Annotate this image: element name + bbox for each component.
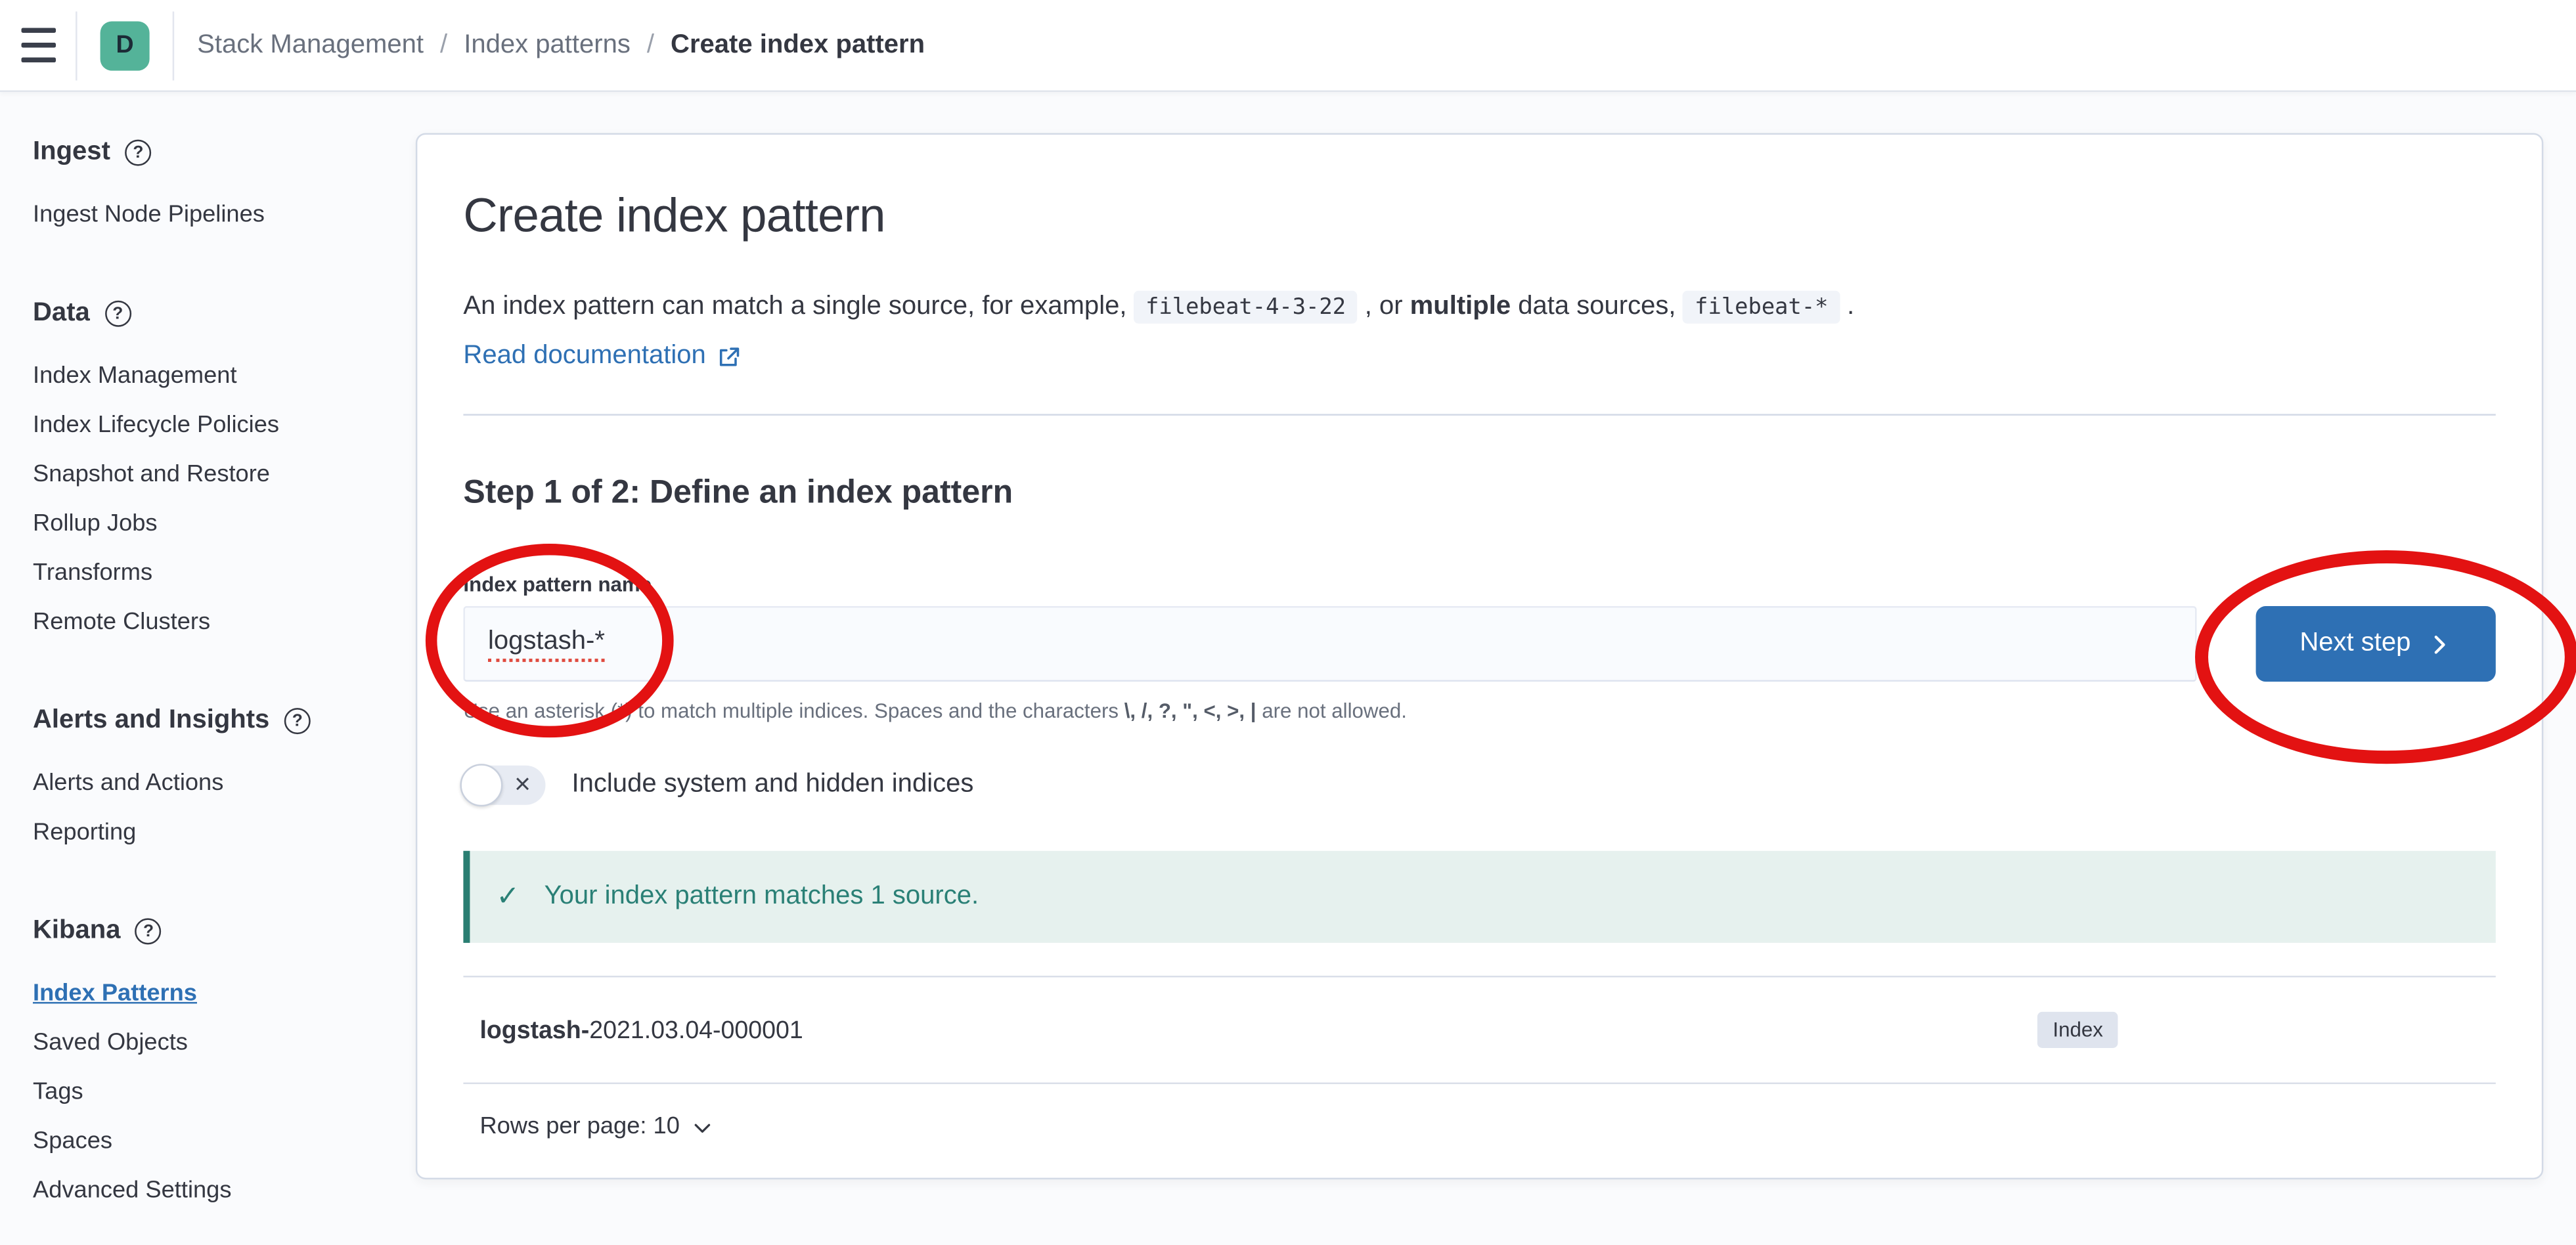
sidebar-item-alerts-and-actions[interactable]: Alerts and Actions xyxy=(33,769,399,798)
top-header: D Stack Management / Index patterns / Cr… xyxy=(0,0,2576,92)
sidebar-section-alerts-and-insights: Alerts and Insights ? Alerts and Actions… xyxy=(33,707,399,848)
chevron-right-icon xyxy=(2427,632,2452,657)
read-documentation-link[interactable]: Read documentation xyxy=(463,341,740,371)
breadcrumb-separator: / xyxy=(647,30,654,60)
index-type-badge: Index xyxy=(2038,1012,2118,1048)
external-link-icon xyxy=(716,344,741,369)
page-title: Create index pattern xyxy=(463,187,2495,246)
success-callout-message: Your index pattern matches 1 source. xyxy=(544,882,979,911)
management-sidebar: Ingest ? Ingest Node Pipelines Data ? In… xyxy=(0,92,416,1245)
divider xyxy=(463,414,2495,416)
success-callout: ✓ Your index pattern matches 1 source. xyxy=(463,851,2495,943)
step-heading: Step 1 of 2: Define an index pattern xyxy=(463,471,2495,514)
sidebar-item-snapshot-and-restore[interactable]: Snapshot and Restore xyxy=(33,460,399,489)
sidebar-item-index-lifecycle-policies[interactable]: Index Lifecycle Policies xyxy=(33,410,399,440)
page-description: An index pattern can match a single sour… xyxy=(463,286,2495,328)
sidebar-item-spaces[interactable]: Spaces xyxy=(33,1127,399,1156)
sidebar-section-kibana: Kibana ? Index Patterns Saved Objects Ta… xyxy=(33,917,399,1206)
sidebar-section-title: Kibana xyxy=(33,917,120,946)
sidebar-item-reporting[interactable]: Reporting xyxy=(33,818,399,848)
include-hidden-indices-row: × Include system and hidden indices xyxy=(463,766,2495,805)
help-icon[interactable]: ? xyxy=(104,301,131,327)
help-icon[interactable]: ? xyxy=(125,140,151,166)
sidebar-item-advanced-settings[interactable]: Advanced Settings xyxy=(33,1176,399,1206)
sidebar-item-tags[interactable]: Tags xyxy=(33,1078,399,1107)
code-example-wildcard: filebeat-* xyxy=(1683,291,1840,324)
matching-sources-table: logstash- 2021.03.04-000001 Index xyxy=(463,976,2495,1084)
chevron-down-icon xyxy=(691,1116,713,1138)
index-pattern-helper-text: Use an asterisk (*) to match multiple in… xyxy=(463,698,2495,726)
breadcrumb-current-page: Create index pattern xyxy=(671,30,925,60)
sidebar-section-title: Ingest xyxy=(33,138,110,167)
close-icon: × xyxy=(514,770,531,798)
sidebar-item-index-management[interactable]: Index Management xyxy=(33,361,399,391)
sidebar-section-ingest: Ingest ? Ingest Node Pipelines xyxy=(33,138,399,230)
sidebar-section-title: Data xyxy=(33,299,90,328)
index-pattern-name-label: Index pattern name xyxy=(463,573,2495,596)
index-pattern-form-row: logstash-* Next step xyxy=(463,606,2495,682)
index-name-match: logstash- xyxy=(479,1016,589,1044)
sidebar-item-transforms[interactable]: Transforms xyxy=(33,559,399,588)
index-pattern-input[interactable]: logstash-* xyxy=(463,606,2196,682)
help-icon[interactable]: ? xyxy=(284,708,311,734)
breadcrumb: Stack Management / Index patterns / Crea… xyxy=(197,30,925,60)
check-icon: ✓ xyxy=(496,881,520,913)
index-pattern-input-value: logstash-* xyxy=(488,626,605,661)
sidebar-item-saved-objects[interactable]: Saved Objects xyxy=(33,1028,399,1058)
breadcrumb-index-patterns[interactable]: Index patterns xyxy=(464,30,631,60)
kibana-app: D Stack Management / Index patterns / Cr… xyxy=(0,0,2576,1245)
sidebar-item-index-patterns[interactable]: Index Patterns xyxy=(33,979,399,1009)
help-icon[interactable]: ? xyxy=(135,918,162,944)
breadcrumb-separator: / xyxy=(440,30,447,60)
rows-per-page-dropdown[interactable]: Rows per page: 10 xyxy=(479,1114,713,1140)
menu-icon[interactable] xyxy=(0,0,76,91)
code-example-single: filebeat-4-3-22 xyxy=(1134,291,1358,324)
next-step-button[interactable]: Next step xyxy=(2256,606,2496,682)
create-index-pattern-panel: Create index pattern An index pattern ca… xyxy=(416,133,2543,1179)
sidebar-item-ingest-node-pipelines[interactable]: Ingest Node Pipelines xyxy=(33,200,399,230)
index-name-rest: 2021.03.04-000001 xyxy=(589,1016,803,1044)
sidebar-section-title: Alerts and Insights xyxy=(33,707,269,736)
include-hidden-indices-toggle[interactable]: × xyxy=(463,766,545,805)
table-row: logstash- 2021.03.04-000001 Index xyxy=(463,976,2495,1084)
header-divider xyxy=(173,11,175,79)
sidebar-item-remote-clusters[interactable]: Remote Clusters xyxy=(33,608,399,638)
toggle-label: Include system and hidden indices xyxy=(572,770,974,800)
toggle-knob xyxy=(460,764,502,806)
breadcrumb-stack-management[interactable]: Stack Management xyxy=(197,30,424,60)
space-selector-button[interactable]: D xyxy=(78,0,173,91)
sidebar-section-data: Data ? Index Management Index Lifecycle … xyxy=(33,299,399,637)
sidebar-item-rollup-jobs[interactable]: Rollup Jobs xyxy=(33,509,399,538)
space-avatar[interactable]: D xyxy=(100,20,150,70)
